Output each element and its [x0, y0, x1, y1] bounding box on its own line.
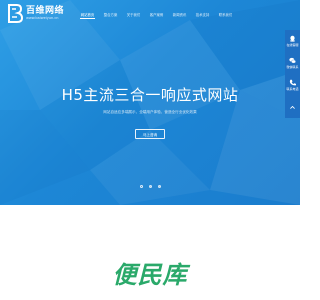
- side-item-online-service[interactable]: 在线客服: [285, 30, 300, 52]
- floating-contact-panel: 在线客服 微信联系 联系电话: [285, 30, 300, 118]
- side-label-online-service: 在线客服: [286, 43, 299, 47]
- qq-icon: [290, 35, 295, 42]
- arrow-up-icon: [290, 105, 295, 109]
- side-item-phone[interactable]: 联系电话: [285, 74, 300, 96]
- nav-item-news[interactable]: 新闻资讯: [168, 0, 191, 30]
- side-label-wechat: 微信联系: [286, 65, 299, 69]
- nav-item-support[interactable]: 技术支持: [191, 0, 214, 30]
- site-logo[interactable]: 百维网络 www.baiweiyun.cn: [6, 3, 64, 23]
- brand-domain: www.baiweiyun.cn: [26, 15, 59, 20]
- nav-item-home[interactable]: 网站首页: [76, 0, 99, 30]
- nav-item-about[interactable]: 关于我们: [122, 0, 145, 30]
- watermark-text: 便民库: [112, 261, 188, 289]
- slider-pagination: [0, 185, 300, 189]
- nav-item-cases[interactable]: 客户案例: [145, 0, 168, 30]
- slide-dot-3[interactable]: [157, 185, 161, 188]
- consult-button[interactable]: 马上咨询: [135, 129, 165, 139]
- site-header: 百维网络 www.baiweiyun.cn 网站首页 整合方案 关于我们 客户案…: [0, 0, 300, 30]
- brand-name: 百维网络: [26, 5, 65, 16]
- slide-dot-2[interactable]: [148, 185, 152, 188]
- wechat-icon: [289, 57, 296, 64]
- hero-title: H5主流三合一响应式网站: [61, 86, 239, 104]
- hero-subtitle: 网站自适应多端展示，全端用户体验，营造全行业优化效果: [103, 110, 197, 114]
- slide-dot-1[interactable]: [139, 185, 143, 188]
- side-label-phone: 联系电话: [286, 87, 299, 91]
- side-item-back-to-top[interactable]: [285, 96, 300, 118]
- main-nav: 网站首页 整合方案 关于我们 客户案例 新闻资讯 技术支持 联系我们: [76, 0, 237, 30]
- nav-item-contact[interactable]: 联系我们: [214, 0, 237, 30]
- logo-b-icon: [8, 4, 24, 23]
- phone-icon: [289, 79, 296, 86]
- nav-item-solutions[interactable]: 整合方案: [99, 0, 122, 30]
- side-item-wechat[interactable]: 微信联系: [285, 52, 300, 74]
